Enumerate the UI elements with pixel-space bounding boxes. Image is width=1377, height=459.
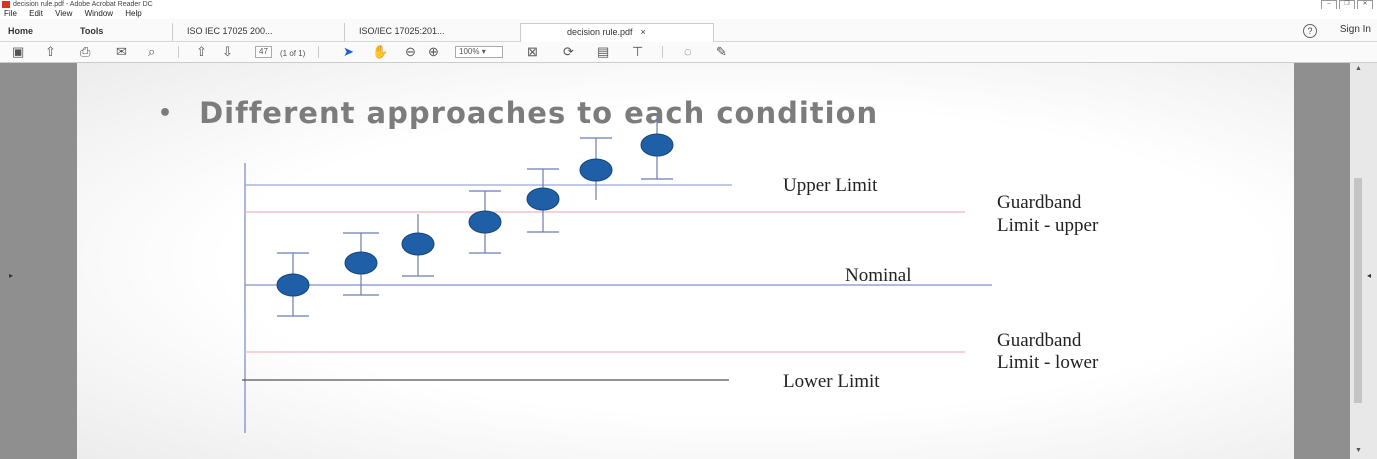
menu-edit[interactable]: Edit — [29, 9, 43, 18]
tab-tools[interactable]: Tools — [80, 23, 103, 41]
measurement-point — [343, 232, 379, 296]
sign-pen-icon[interactable]: ✎ — [716, 44, 727, 60]
next-page-icon[interactable]: ⇩ — [222, 44, 233, 60]
menu-help[interactable]: Help — [125, 9, 141, 18]
acrobat-logo-icon — [2, 1, 10, 8]
hand-tool-icon[interactable]: ✋ — [372, 44, 388, 60]
page-count: (1 of 1) — [280, 49, 306, 58]
measurement-point — [276, 252, 310, 317]
zoom-in-icon[interactable]: ⊕ — [428, 44, 439, 60]
measurement-point — [401, 214, 435, 277]
document-page: •Different approaches to each condition — [77, 63, 1294, 459]
full-screen-icon[interactable]: ▤ — [597, 44, 609, 60]
page-number-input[interactable]: 47 — [255, 46, 272, 58]
tab-decision-rule[interactable]: decision rule.pdf × — [520, 23, 714, 42]
window-title: decision rule.pdf - Adobe Acrobat Reader… — [13, 1, 153, 8]
guardband-upper-label-line1: Guardband — [997, 192, 1082, 213]
scroll-up-icon[interactable]: ▲ — [1355, 65, 1362, 72]
zoom-out-icon[interactable]: ⊖ — [405, 44, 416, 60]
help-icon[interactable]: ? — [1303, 24, 1317, 38]
measurement-point — [526, 168, 560, 233]
title-bar: decision rule.pdf - Adobe Acrobat Reader… — [0, 0, 1377, 10]
measurement-point — [468, 190, 502, 254]
tab-home[interactable]: Home — [8, 23, 33, 41]
previous-page-icon[interactable]: ⇧ — [196, 44, 207, 60]
guardband-lower-label-line2: Limit - lower — [997, 352, 1099, 373]
guardband-lower-label-line1: Guardband — [997, 330, 1082, 351]
email-icon[interactable]: ✉ — [116, 44, 127, 60]
right-gutter — [1294, 63, 1350, 459]
rotate-icon[interactable]: ⟳ — [563, 44, 574, 60]
guardband-upper-label-line2: Limit - upper — [997, 215, 1099, 236]
tab-doc-iso-2005[interactable]: ISO IEC 17025 200... — [172, 23, 273, 41]
expand-left-panel-icon[interactable]: ▸ — [9, 271, 13, 280]
print-icon[interactable]: ⎙ — [80, 44, 90, 60]
scroll-thumb[interactable] — [1354, 178, 1362, 403]
search-icon[interactable]: ⌕ — [148, 44, 155, 60]
select-cursor-icon[interactable]: ➤ — [343, 44, 354, 60]
read-mode-icon[interactable]: ⊤ — [632, 44, 643, 60]
zoom-level-dropdown[interactable]: 100% ▾ — [455, 46, 503, 58]
tab-toolbar-area: Home Tools ISO IEC 17025 200... ISO/IEC … — [0, 19, 1377, 63]
upper-limit-label: Upper Limit — [783, 175, 878, 196]
zoom-level-value: 100% — [459, 47, 480, 56]
measurement-point — [640, 115, 674, 180]
vertical-scrollbar[interactable]: ▲ ▼ ◂ — [1350, 63, 1377, 459]
expand-right-panel-icon[interactable]: ◂ — [1367, 271, 1371, 280]
tab-decision-rule-label: decision rule.pdf — [567, 27, 633, 37]
comment-icon[interactable]: ◌ — [684, 44, 692, 60]
toolbar-divider — [662, 46, 663, 58]
menu-file[interactable]: File — [4, 9, 17, 18]
menu-window[interactable]: Window — [85, 9, 113, 18]
lower-limit-label: Lower Limit — [783, 371, 880, 392]
left-nav-panel: ▸ — [0, 63, 77, 459]
scroll-down-icon[interactable]: ▼ — [1355, 447, 1362, 454]
close-tab-icon[interactable]: × — [641, 27, 646, 37]
measurement-point — [579, 137, 613, 200]
sign-in-link[interactable]: Sign In — [1340, 23, 1371, 37]
tab-doc-iso-2017[interactable]: ISO/IEC 17025:201... — [344, 23, 445, 41]
nominal-label: Nominal — [845, 265, 912, 286]
toolbar-divider — [178, 46, 179, 58]
fit-page-icon[interactable]: ⊠ — [527, 44, 538, 60]
menu-bar: File Edit View Window Help — [0, 9, 1377, 19]
toolbar-divider — [318, 46, 319, 58]
guardband-diagram: Upper Limit Guardband Limit - upper Nomi… — [242, 115, 1099, 433]
toolbar: ▣ ⇧ ⎙ ✉ ⌕ ⇧ ⇩ 47 (1 of 1) ➤ ✋ ⊖ ⊕ 100% ▾… — [0, 42, 1377, 62]
menu-view[interactable]: View — [55, 9, 72, 18]
upload-icon[interactable]: ⇧ — [45, 44, 56, 60]
tab-row: Home Tools ISO IEC 17025 200... ISO/IEC … — [0, 19, 1377, 42]
save-icon[interactable]: ▣ — [12, 44, 24, 60]
